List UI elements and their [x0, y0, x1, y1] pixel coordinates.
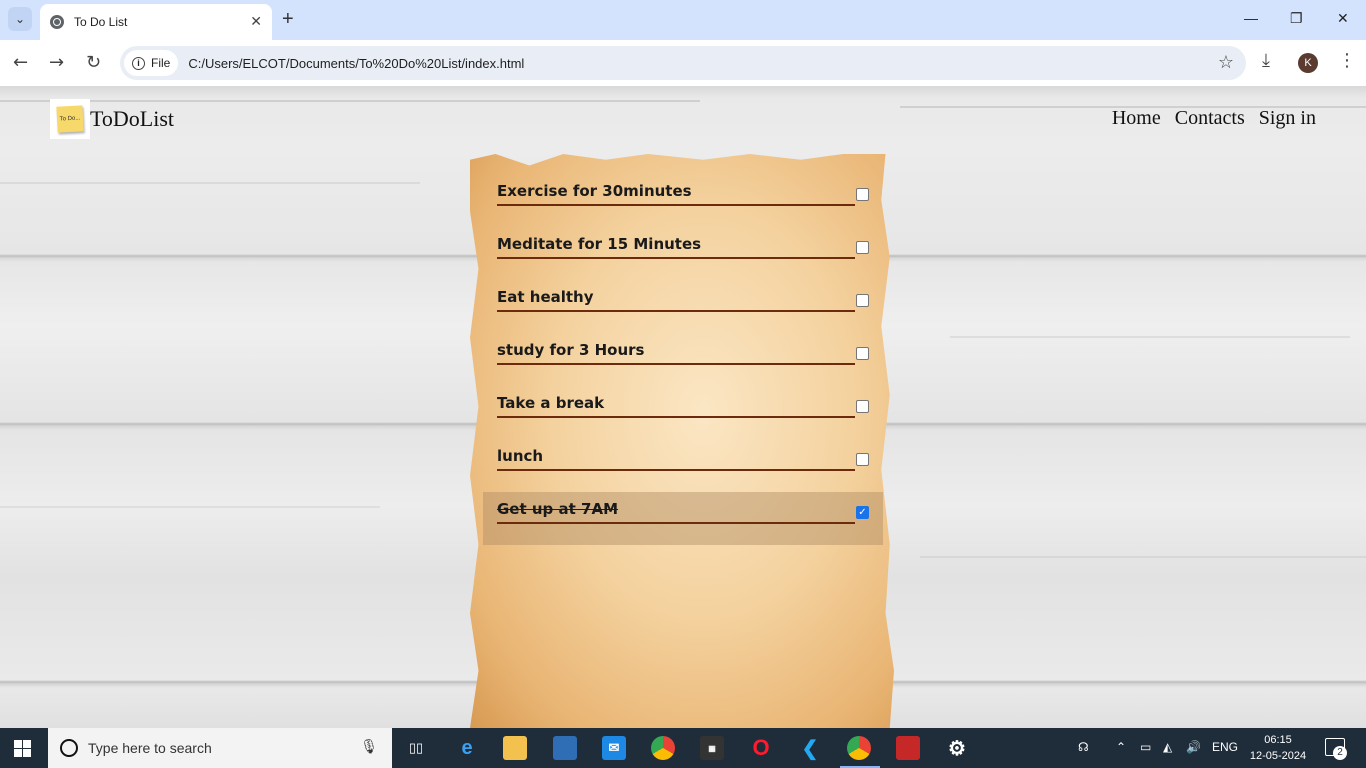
opera-icon[interactable]: O	[749, 735, 773, 760]
todo-checkbox[interactable]	[856, 294, 869, 307]
todo-item: Eat healthy	[483, 280, 883, 333]
todo-text: Exercise for 30minutes	[497, 182, 692, 200]
forward-icon[interactable]: →	[49, 52, 64, 73]
site-logo[interactable]: To Do...	[50, 99, 90, 139]
nav-sign-in-link[interactable]: Sign in	[1259, 107, 1316, 130]
site-info-label: File	[151, 56, 171, 70]
chevron-up-icon[interactable]: ⌃	[1116, 740, 1126, 754]
sticky-note-icon: To Do...	[56, 105, 84, 133]
todo-text: Take a break	[497, 394, 605, 412]
network-icon[interactable]: ◭	[1163, 740, 1172, 754]
browser-tab-bar: ⌄ To Do List ✕ + — ❐ ✕	[0, 0, 1366, 40]
new-tab-button[interactable]: +	[282, 8, 294, 31]
taskbar-search-placeholder: Type here to search	[88, 740, 212, 756]
windows-start-icon[interactable]	[14, 740, 31, 757]
todo-underline	[497, 363, 855, 365]
todo-checkbox[interactable]	[856, 347, 869, 360]
todo-text: study for 3 Hours	[497, 341, 645, 359]
todo-underline	[497, 257, 855, 259]
todo-underline	[497, 469, 855, 471]
todo-item: lunch	[483, 439, 883, 492]
app-icon[interactable]: ▦	[700, 736, 724, 760]
microphone-icon[interactable]: 🎙	[360, 739, 378, 755]
edge-icon[interactable]: e	[455, 736, 479, 760]
restore-icon[interactable]: ❐	[1290, 10, 1303, 27]
todo-text: lunch	[497, 447, 544, 465]
url-text[interactable]: C:/Users/ELCOT/Documents/To%20Do%20List/…	[188, 56, 524, 71]
download-icon[interactable]: ⤓	[1262, 50, 1270, 71]
todo-list: Exercise for 30minutes Meditate for 15 M…	[483, 174, 883, 545]
todo-item: Exercise for 30minutes	[483, 174, 883, 227]
store-icon[interactable]	[553, 736, 577, 760]
site-brand[interactable]: ToDoList	[90, 106, 174, 132]
site-info-chip[interactable]: i File	[124, 50, 179, 76]
tab-title: To Do List	[74, 15, 128, 29]
minimize-icon[interactable]: —	[1244, 10, 1258, 26]
tab-to-do-list[interactable]: To Do List ✕	[40, 4, 272, 40]
globe-icon	[50, 15, 64, 29]
todo-underline	[497, 310, 855, 312]
site-nav: Home Contacts Sign in	[1112, 107, 1316, 130]
tab-search-icon[interactable]: ⌄	[8, 7, 32, 31]
language-indicator[interactable]: ENG	[1212, 740, 1238, 754]
volume-icon[interactable]: 🔊	[1186, 740, 1201, 754]
cortana-icon	[60, 739, 78, 757]
taskbar-search-box[interactable]: Type here to search 🎙	[48, 728, 392, 768]
todo-checkbox[interactable]: ✓	[856, 506, 869, 519]
todo-item: Get up at 7AM ✓	[483, 492, 883, 545]
todo-item: study for 3 Hours	[483, 333, 883, 386]
clock-time: 06:15	[1264, 734, 1292, 746]
battery-icon[interactable]: ▭	[1140, 740, 1151, 754]
vscode-icon[interactable]: ❮	[798, 736, 822, 760]
todo-underline	[497, 522, 855, 524]
todo-item: Take a break	[483, 386, 883, 439]
todo-checkbox[interactable]	[856, 400, 869, 413]
todo-checkbox[interactable]	[856, 188, 869, 201]
todo-checkbox[interactable]	[856, 453, 869, 466]
close-window-icon[interactable]: ✕	[1337, 10, 1349, 27]
browser-toolbar: ← → ↻ i File C:/Users/ELCOT/Documents/To…	[0, 40, 1366, 86]
profile-avatar[interactable]: K	[1298, 53, 1318, 73]
chrome-icon[interactable]	[651, 736, 675, 760]
todo-checkbox[interactable]	[856, 241, 869, 254]
todo-underline	[497, 416, 855, 418]
nav-contacts-link[interactable]: Contacts	[1175, 107, 1245, 130]
people-icon[interactable]: ☊	[1078, 740, 1089, 754]
todo-underline	[497, 204, 855, 206]
clock-date: 12-05-2024	[1249, 750, 1307, 762]
todo-item: Meditate for 15 Minutes	[483, 227, 883, 280]
chrome-profile-icon[interactable]	[847, 736, 871, 760]
address-bar[interactable]: i File C:/Users/ELCOT/Documents/To%20Do%…	[120, 46, 1246, 80]
reload-icon[interactable]: ↻	[86, 52, 101, 73]
file-explorer-icon[interactable]	[503, 736, 527, 760]
windows-taskbar: Type here to search 🎙 ▯▯ e ✉ ▦ O ❮ ⚙ ☊ ⌃…	[0, 728, 1366, 768]
todo-text: Get up at 7AM	[497, 500, 619, 518]
close-tab-icon[interactable]: ✕	[250, 14, 262, 30]
menu-kebab-icon[interactable]: ⋮	[1338, 50, 1356, 71]
todo-text: Eat healthy	[497, 288, 594, 306]
app-red-icon[interactable]	[896, 736, 920, 760]
notification-count-badge: 2	[1333, 746, 1347, 760]
task-view-icon[interactable]: ▯▯	[404, 736, 428, 760]
back-icon[interactable]: ←	[13, 52, 28, 73]
nav-home-link[interactable]: Home	[1112, 107, 1161, 130]
taskbar-clock[interactable]: 06:15 12-05-2024	[1246, 732, 1310, 764]
info-icon: i	[132, 56, 145, 70]
mail-icon[interactable]: ✉	[602, 736, 626, 760]
todo-text: Meditate for 15 Minutes	[497, 235, 702, 253]
settings-gear-icon[interactable]: ⚙	[945, 736, 969, 760]
bookmark-star-icon[interactable]: ☆	[1218, 52, 1234, 73]
